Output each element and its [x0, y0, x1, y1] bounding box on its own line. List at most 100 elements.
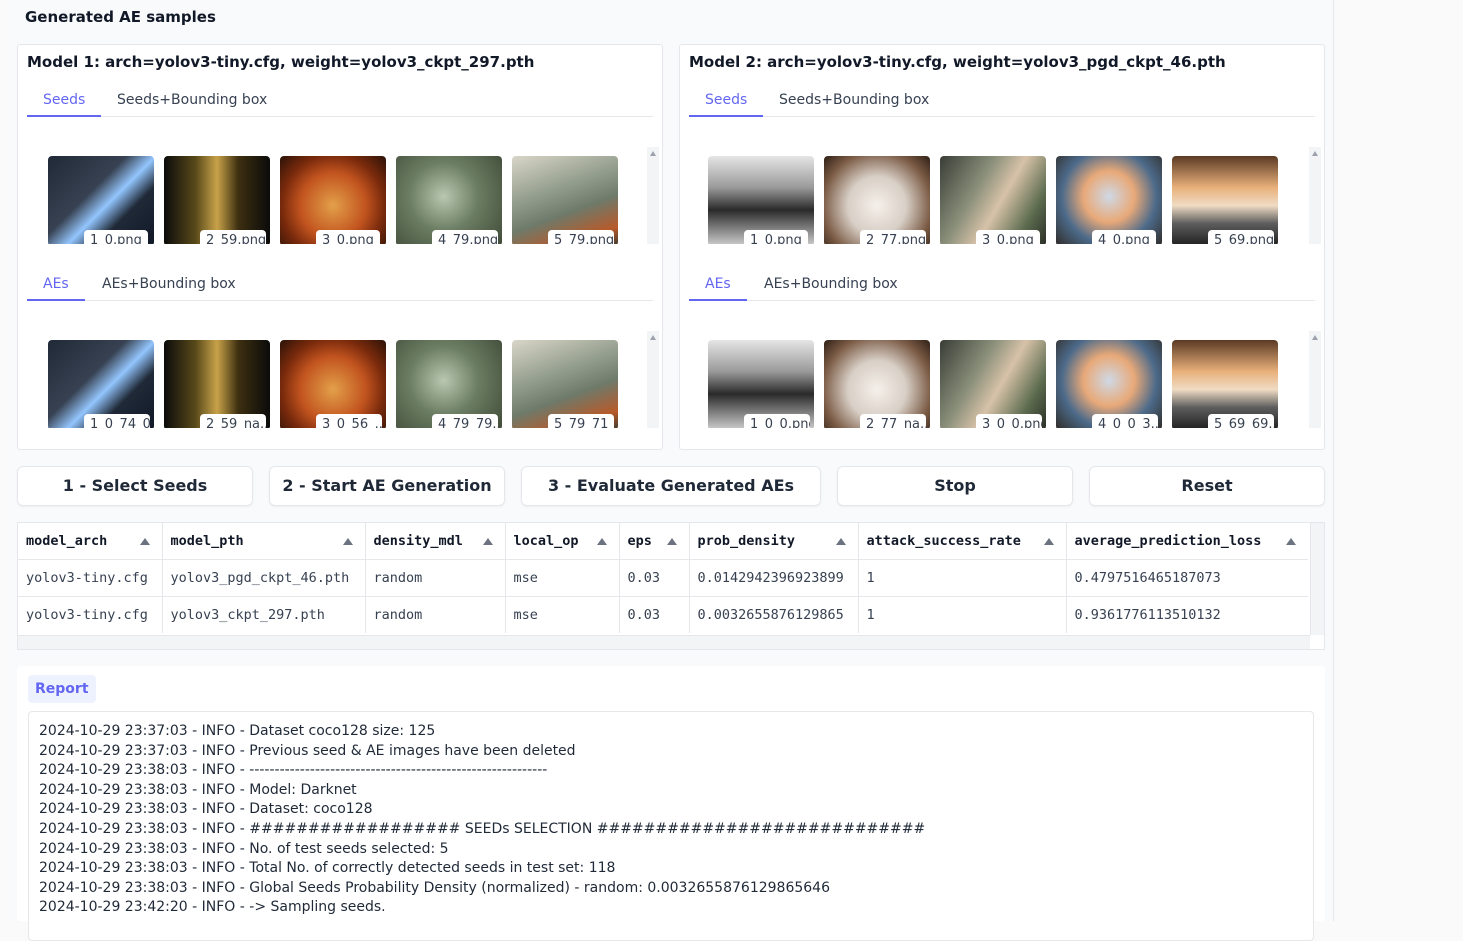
tab-seeds[interactable]: Seeds	[27, 89, 102, 117]
gallery-item[interactable]: 2_77.png	[824, 156, 930, 244]
log-line: 2024-10-29 23:38:03 - INFO - ###########…	[39, 820, 926, 837]
results-table: model_arch model_pth density_mdl local_o…	[17, 522, 1325, 650]
reset-button[interactable]: Reset	[1089, 466, 1325, 506]
sort-icon[interactable]	[482, 538, 493, 545]
thumb-caption: 4_0_0_3....	[1092, 414, 1158, 428]
model-1-panel: Model 1: arch=yolov3-tiny.cfg, weight=yo…	[17, 44, 663, 450]
gallery-item[interactable]: 4_0.png	[1056, 156, 1162, 244]
model-1-ae-gallery[interactable]: 1_0_74_0... 2_59_na.... 3_0_56_... 4_79_…	[39, 331, 642, 428]
sort-icon[interactable]	[666, 538, 677, 545]
evaluate-aes-button[interactable]: 3 - Evaluate Generated AEs	[521, 466, 821, 506]
gallery-item[interactable]: 4_0_0_3....	[1056, 340, 1162, 428]
log-line: 2024-10-29 23:42:20 - INFO - -> Sampling…	[39, 899, 386, 916]
thumb-caption: 3_0_56_...	[316, 414, 382, 428]
log-line: 2024-10-29 23:38:03 - INFO - Model: Dark…	[39, 781, 357, 798]
scroll-up-icon[interactable]	[650, 335, 656, 340]
thumb-caption: 5_79.png	[548, 230, 614, 244]
scroll-up-icon[interactable]	[1312, 151, 1318, 156]
tab-seeds[interactable]: Seeds	[689, 89, 764, 117]
log-line: 2024-10-29 23:37:03 - INFO - Previous se…	[39, 742, 576, 759]
report-label: Report	[28, 675, 96, 703]
gallery-item[interactable]: 3_0.png	[940, 156, 1046, 244]
gallery-item[interactable]: 5_79_71_...	[512, 340, 618, 428]
table-v-scrollbar[interactable]	[1310, 523, 1324, 635]
gallery-item[interactable]: 2_77_na....	[824, 340, 930, 428]
log-line: 2024-10-29 23:38:03 - INFO - Global Seed…	[39, 879, 830, 896]
scroll-up-icon[interactable]	[1312, 335, 1318, 340]
gallery-scrollbar[interactable]	[647, 331, 659, 428]
table-cell: 1	[858, 558, 1067, 596]
column-header-label: density_mdl	[373, 532, 463, 549]
gallery-scrollbar[interactable]	[647, 147, 659, 244]
model-1-seed-tabs: Seeds Seeds+Bounding box	[27, 87, 653, 117]
model-2-title: Model 2: arch=yolov3-tiny.cfg, weight=yo…	[689, 53, 1226, 71]
stop-button[interactable]: Stop	[837, 466, 1073, 506]
gallery-item[interactable]: 3_0.png	[280, 156, 386, 244]
thumb-caption: 2_77_na....	[860, 414, 926, 428]
thumb-caption: 3_0.png	[316, 230, 380, 244]
gallery-item[interactable]: 2_59_na....	[164, 340, 270, 428]
gallery-item[interactable]: 3_0_0.png	[940, 340, 1046, 428]
column-header[interactable]: average_prediction_loss	[1066, 523, 1308, 559]
sort-icon[interactable]	[139, 538, 150, 545]
select-seeds-button[interactable]: 1 - Select Seeds	[17, 466, 253, 506]
table-cell: yolov3_ckpt_297.pth	[162, 595, 366, 633]
thumb-caption: 3_0_0.png	[976, 414, 1042, 428]
thumb-caption: 5_69.png	[1208, 230, 1274, 244]
table-row[interactable]: yolov3-tiny.cfg yolov3_ckpt_297.pth rand…	[18, 595, 1308, 633]
tab-aes[interactable]: AEs	[27, 273, 85, 301]
tab-seeds-bbox[interactable]: Seeds+Bounding box	[763, 89, 945, 117]
gallery-item[interactable]: 5_79.png	[512, 156, 618, 244]
tab-seeds-bbox[interactable]: Seeds+Bounding box	[101, 89, 283, 117]
model-2-seed-gallery[interactable]: 1_0.png 2_77.png 3_0.png 4_0.png 5_69.pn…	[701, 147, 1304, 244]
gallery-item[interactable]: 5_69.png	[1172, 156, 1278, 244]
gallery-item[interactable]: 1_0_74_0...	[48, 340, 154, 428]
gallery-scrollbar[interactable]	[1309, 147, 1321, 244]
column-header[interactable]: model_arch	[18, 523, 163, 559]
table-cell: 0.03	[619, 558, 690, 596]
thumb-caption: 1_0_0.png	[744, 414, 810, 428]
section-title: Generated AE samples	[25, 8, 216, 26]
gallery-item[interactable]: 4_79.png	[396, 156, 502, 244]
report-log[interactable]: 2024-10-29 23:37:03 - INFO - Dataset coc…	[28, 711, 1314, 941]
start-ae-generation-button[interactable]: 2 - Start AE Generation	[269, 466, 505, 506]
sort-icon[interactable]	[342, 538, 353, 545]
column-header[interactable]: attack_success_rate	[858, 523, 1067, 559]
column-header[interactable]: density_mdl	[365, 523, 506, 559]
gallery-item[interactable]: 3_0_56_...	[280, 340, 386, 428]
thumb-caption: 4_0.png	[1092, 230, 1156, 244]
table-cell: 0.0032655876129865	[689, 595, 859, 633]
table-cell: 0.4797516465187073	[1066, 558, 1308, 596]
thumb-caption: 4_79_79....	[432, 414, 498, 428]
tab-aes-bbox[interactable]: AEs+Bounding box	[86, 273, 252, 301]
column-header[interactable]: eps	[619, 523, 690, 559]
gallery-item[interactable]: 4_79_79....	[396, 340, 502, 428]
log-line: 2024-10-29 23:38:03 - INFO - Total No. o…	[39, 860, 616, 877]
tab-aes[interactable]: AEs	[689, 273, 747, 301]
column-header-label: average_prediction_loss	[1074, 532, 1262, 549]
gallery-item[interactable]: 5_69_69....	[1172, 340, 1278, 428]
gallery-item[interactable]: 2_59.png	[164, 156, 270, 244]
gallery-item[interactable]: 1_0_0.png	[708, 340, 814, 428]
column-header[interactable]: local_op	[505, 523, 620, 559]
table-h-scrollbar[interactable]	[18, 635, 1310, 649]
sort-icon[interactable]	[1043, 538, 1054, 545]
model-1-ae-tabs: AEs AEs+Bounding box	[27, 271, 653, 301]
table-row[interactable]: yolov3-tiny.cfg yolov3_pgd_ckpt_46.pth r…	[18, 558, 1308, 596]
model-1-seed-gallery[interactable]: 1_0.png 2_59.png 3_0.png 4_79.png 5_79.p…	[39, 147, 642, 244]
model-2-ae-gallery[interactable]: 1_0_0.png 2_77_na.... 3_0_0.png 4_0_0_3.…	[701, 331, 1304, 428]
sort-icon[interactable]	[1286, 538, 1296, 545]
sort-icon[interactable]	[835, 538, 846, 545]
gallery-scrollbar[interactable]	[1309, 331, 1321, 428]
sort-icon[interactable]	[596, 538, 607, 545]
gallery-item[interactable]: 1_0.png	[708, 156, 814, 244]
column-header-label: eps	[627, 532, 652, 549]
tab-aes-bbox[interactable]: AEs+Bounding box	[748, 273, 914, 301]
column-header[interactable]: model_pth	[162, 523, 366, 559]
column-header[interactable]: prob_density	[689, 523, 859, 559]
gallery-item[interactable]: 1_0.png	[48, 156, 154, 244]
log-line: 2024-10-29 23:38:03 - INFO - No. of test…	[39, 840, 449, 857]
log-line: 2024-10-29 23:38:03 - INFO - -----------…	[39, 762, 548, 779]
thumb-caption: 5_69_69....	[1208, 414, 1274, 428]
scroll-up-icon[interactable]	[650, 151, 656, 156]
